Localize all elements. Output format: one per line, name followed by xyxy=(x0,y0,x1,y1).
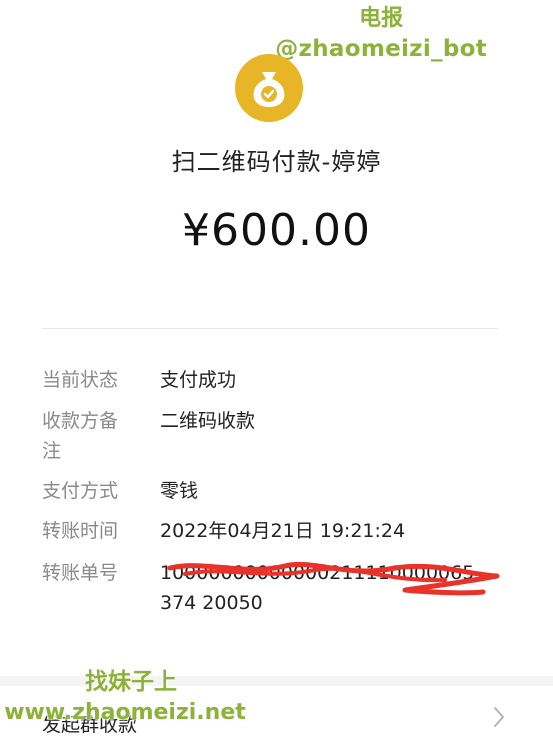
watermark-top: 电报 @zhaomeizi_bot xyxy=(275,4,487,64)
detail-label: 当前状态 xyxy=(42,369,119,391)
detail-value: 2022年04月21日 19:21:24 xyxy=(160,520,406,542)
detail-label: 支付方式 xyxy=(42,480,119,502)
redaction-scribble xyxy=(167,561,500,596)
divider xyxy=(42,328,498,329)
watermark-top-line2: @zhaomeizi_bot xyxy=(275,36,487,62)
payment-title: 扫二维码付款-婷婷 xyxy=(171,148,382,176)
detail-label: 收款方备注 xyxy=(42,410,119,462)
watermark-top-line1: 电报 xyxy=(359,6,404,31)
watermark-bottom-line1: 找妹子上 xyxy=(85,669,177,695)
watermark-bottom-line2: www.zhaomeizi.net xyxy=(4,700,246,725)
payment-amount: ¥600.00 xyxy=(182,205,371,256)
detail-value: 零钱 xyxy=(160,480,199,502)
detail-label: 转账时间 xyxy=(42,520,119,542)
detail-label: 转账单号 xyxy=(42,562,119,584)
watermark-bottom: 找妹子上 www.zhaomeizi.net xyxy=(0,666,250,728)
detail-value: 二维码收款 xyxy=(160,410,256,432)
chevron-right-icon xyxy=(494,707,504,727)
money-bag-check-icon xyxy=(235,54,303,122)
detail-value: 支付成功 xyxy=(160,369,237,391)
